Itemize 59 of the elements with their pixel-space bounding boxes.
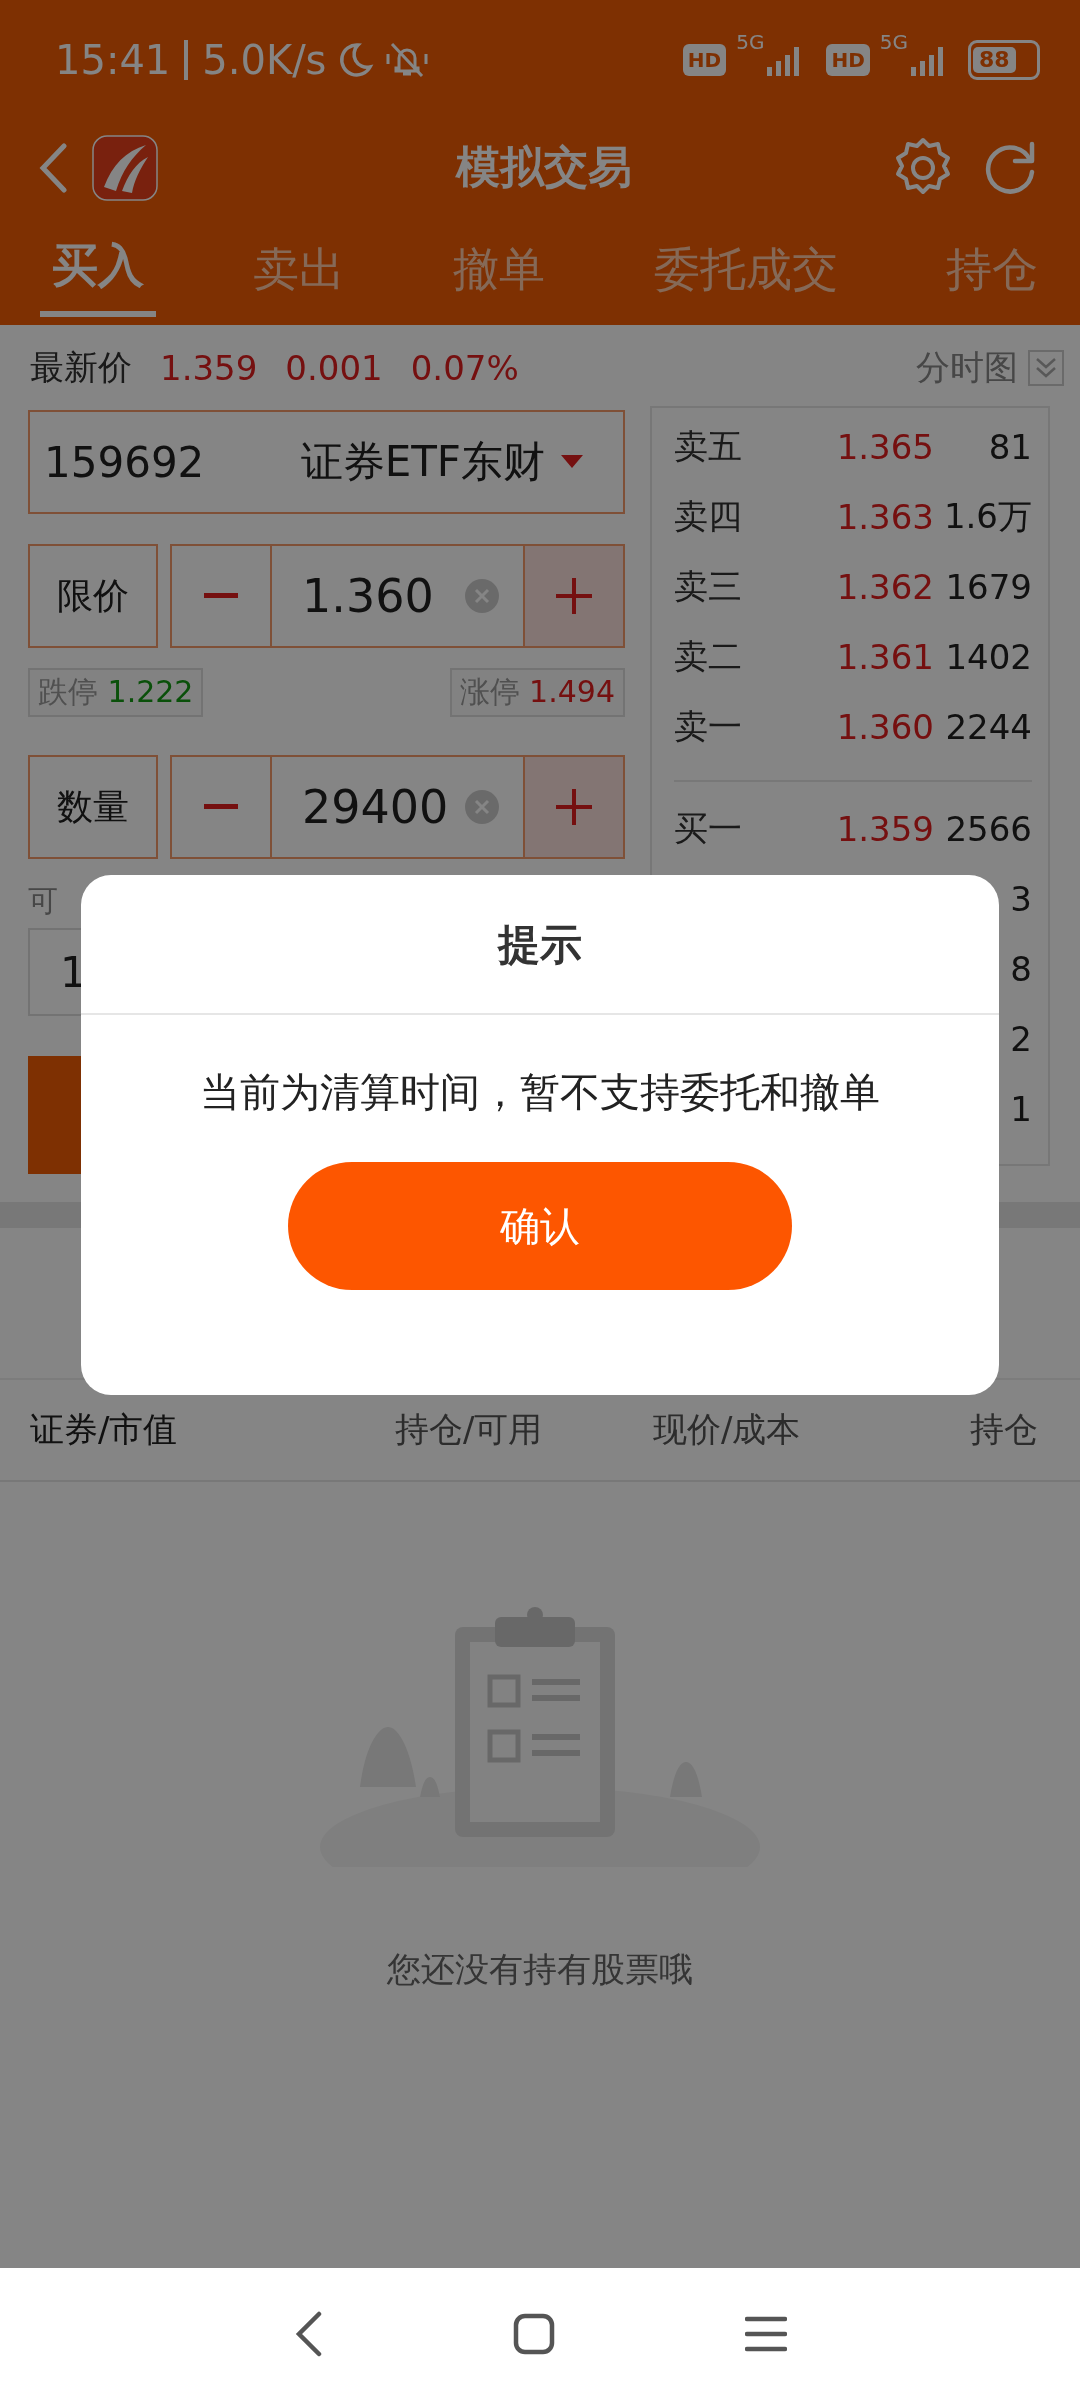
level-volume: 1402	[944, 637, 1032, 677]
quantity-label: 数量	[28, 755, 158, 859]
page-title: 模拟交易	[454, 140, 633, 194]
level-price: 1.365	[835, 427, 934, 467]
latest-price-label: 最新价	[30, 345, 132, 389]
price-change: 0.001	[285, 347, 383, 388]
home-icon[interactable]	[513, 2313, 555, 2355]
level-volume: 1.6万	[942, 495, 1032, 538]
level-volume: 81	[987, 427, 1032, 467]
hd-badge: HD	[682, 44, 727, 76]
dialog-title: 提示	[498, 919, 582, 971]
available-label: 可	[28, 882, 58, 920]
level-label: 买一	[674, 807, 743, 850]
level-label: 卖四	[674, 495, 743, 538]
dialog-message: 当前为清算时间，暂不支持委托和撤单	[200, 1068, 880, 1117]
level-price: 1.359	[835, 809, 934, 849]
level-price: 1.362	[835, 567, 934, 607]
tab[interactable]: 买入	[40, 215, 156, 325]
column-header: 持仓/可用	[395, 1408, 544, 1451]
chart-link[interactable]: 分时图	[916, 344, 1018, 391]
level-volume: 2244	[944, 707, 1032, 747]
level-label: 卖一	[674, 705, 743, 748]
confirm-button[interactable]: 确认	[288, 1162, 792, 1290]
expand-icon[interactable]	[1028, 349, 1064, 386]
battery-icon: 88	[968, 40, 1040, 80]
latest-price: 1.359	[160, 347, 258, 388]
level-label: 卖三	[674, 565, 743, 608]
level-volume: 8	[1009, 949, 1032, 989]
logo-icon	[92, 134, 158, 201]
status-time: 15:41	[55, 37, 171, 83]
level-label: 卖二	[674, 635, 743, 678]
stock-selector[interactable]: 159692 证券ETF东财	[28, 410, 625, 514]
network-label: 5G	[879, 30, 908, 54]
network-label: 5G	[736, 30, 765, 54]
menu-icon[interactable]	[745, 2316, 787, 2352]
mute-icon	[384, 40, 431, 80]
order-type-selector[interactable]: 限价	[28, 544, 158, 648]
level-volume: 3	[1009, 879, 1032, 919]
hd-badge: HD	[826, 44, 870, 76]
tab[interactable]: 持仓	[934, 215, 1050, 325]
level-label: 卖五	[674, 425, 743, 468]
tab[interactable]: 撤单	[441, 215, 557, 325]
level-volume: 2566	[944, 809, 1032, 849]
level-volume: 1	[1009, 1089, 1032, 1129]
caret-icon	[561, 455, 583, 469]
column-header: 现价/成本	[653, 1408, 802, 1451]
level-volume: 2	[1009, 1019, 1032, 1059]
column-header: 持仓	[970, 1408, 1038, 1451]
column-header: 证券/市值	[30, 1408, 179, 1451]
level-price: 1.363	[835, 497, 934, 537]
level-price: 1.361	[835, 637, 934, 677]
change-percent: 0.07%	[410, 347, 519, 388]
level-price: 1.360	[835, 707, 934, 747]
empty-message: 您还没有持有股票哦	[387, 1948, 693, 1991]
back-icon[interactable]	[293, 2311, 323, 2357]
tab[interactable]: 卖出	[240, 215, 357, 325]
network-speed: 5.0K/s	[202, 37, 327, 83]
tab[interactable]: 委托成交	[641, 215, 850, 325]
level-volume: 1679	[944, 567, 1032, 607]
